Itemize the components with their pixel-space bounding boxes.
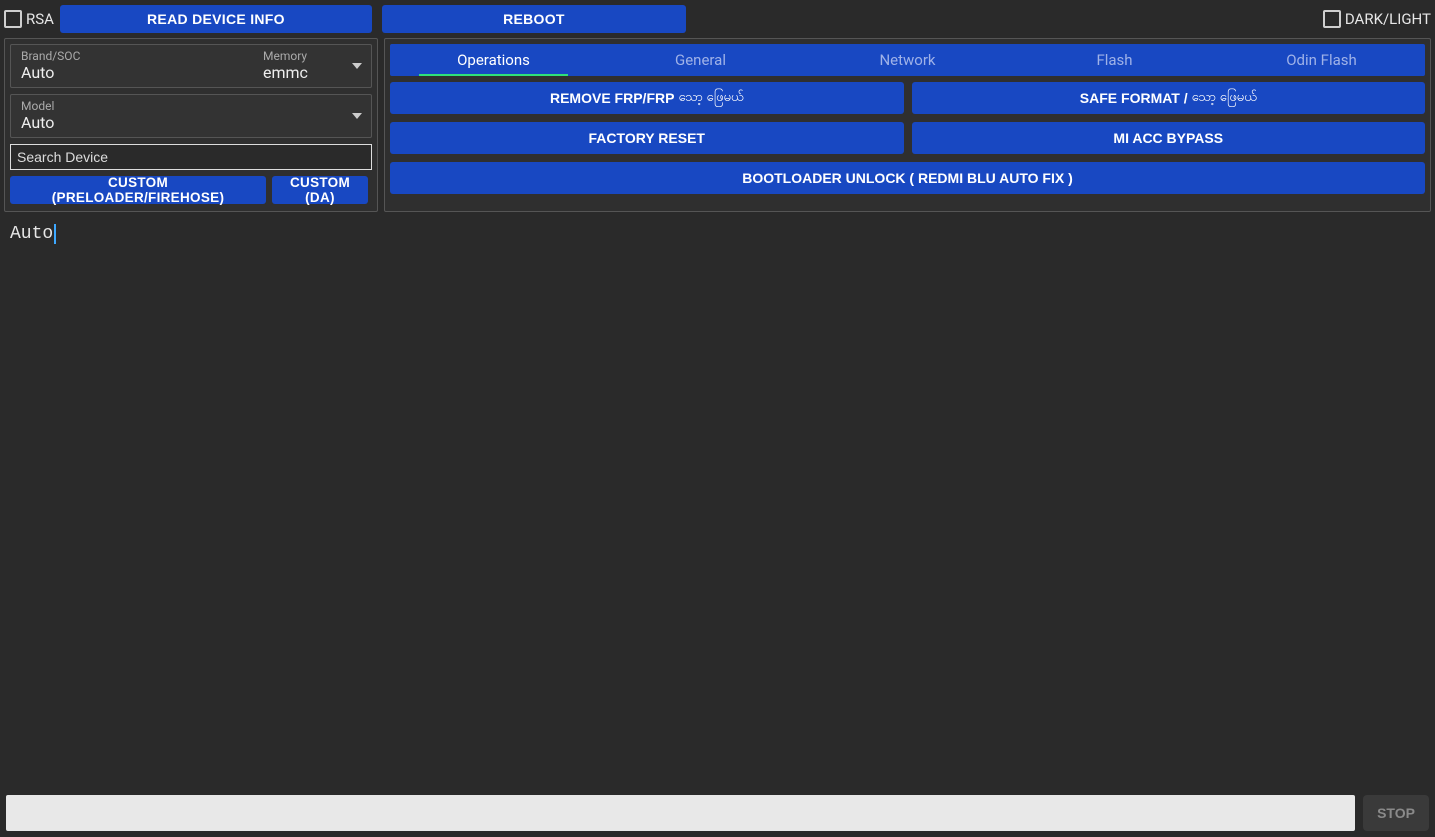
brand-memory-select[interactable]: Brand/SOC Auto Memory emmc [10,44,372,88]
top-bar: RSA READ DEVICE INFO REBOOT DARK/LIGHT [4,4,1431,34]
device-sidebar: Brand/SOC Auto Memory emmc Model Auto [4,38,378,212]
factory-reset-label: FACTORY RESET [589,130,705,146]
rsa-label: RSA [26,10,54,28]
read-device-info-label: READ DEVICE INFO [147,11,285,27]
safe-format-label: SAFE FORMAT / [1080,90,1188,106]
remove-frp-label: REMOVE FRP/FRP [550,90,674,106]
progress-bar [6,795,1355,831]
model-label: Model [21,100,333,112]
read-device-info-button[interactable]: READ DEVICE INFO [60,5,372,33]
memory-label: Memory [263,50,307,62]
custom-preloader-label: CUSTOM (PRELOADER/FIREHOSE) [20,175,256,205]
tab-flash[interactable]: Flash [1011,44,1218,76]
memory-field[interactable]: Memory emmc [253,45,343,87]
bootloader-unlock-label: BOOTLOADER UNLOCK ( REDMI BLU AUTO FIX ) [742,170,1073,186]
mi-acc-bypass-label: MI ACC BYPASS [1113,130,1223,146]
dark-light-checkbox[interactable]: DARK/LIGHT [1323,10,1431,28]
custom-da-label: CUSTOM (DA) [282,175,358,205]
rsa-checkbox[interactable]: RSA [4,10,54,28]
factory-reset-button[interactable]: FACTORY RESET [390,122,904,154]
model-value: Auto [21,114,333,132]
search-device-input[interactable] [10,144,372,170]
model-select[interactable]: Model Auto [10,94,372,138]
text-cursor-icon [54,224,56,244]
bootloader-unlock-button[interactable]: BOOTLOADER UNLOCK ( REDMI BLU AUTO FIX ) [390,162,1425,194]
safe-format-sub: သော့ ဖြေမယ် [1192,89,1257,108]
tab-label: Network [879,51,935,69]
tab-operations[interactable]: Operations [390,44,597,76]
remove-frp-sub: သော့ ဖြေမယ် [678,89,743,108]
stop-button[interactable]: STOP [1363,795,1429,831]
checkbox-icon [1323,10,1341,28]
main-row: Brand/SOC Auto Memory emmc Model Auto [4,38,1431,212]
operations-panel: Operations General Network Flash Odin Fl… [384,38,1431,212]
log-console[interactable]: Auto [4,216,1431,789]
safe-format-button[interactable]: SAFE FORMAT / သော့ ဖြေမယ် [912,82,1426,114]
tab-label: Flash [1096,51,1132,69]
console-line: Auto [10,224,53,244]
tab-label: Odin Flash [1286,51,1357,69]
mi-acc-bypass-button[interactable]: MI ACC BYPASS [912,122,1426,154]
dark-light-label: DARK/LIGHT [1345,10,1431,28]
checkbox-icon [4,10,22,28]
custom-buttons-row: CUSTOM (PRELOADER/FIREHOSE) CUSTOM (DA) [10,176,372,204]
tab-strip: Operations General Network Flash Odin Fl… [390,44,1425,76]
stop-label: STOP [1377,805,1415,821]
custom-preloader-firehose-button[interactable]: CUSTOM (PRELOADER/FIREHOSE) [10,176,266,204]
chevron-down-icon [343,95,371,137]
model-field[interactable]: Model Auto [11,95,343,137]
brand-soc-field[interactable]: Brand/SOC Auto [11,45,253,87]
memory-value: emmc [263,64,308,82]
tab-odin-flash[interactable]: Odin Flash [1218,44,1425,76]
bottom-bar: STOP [4,793,1431,833]
operations-grid: REMOVE FRP/FRP သော့ ဖြေမယ် SAFE FORMAT /… [390,82,1425,194]
app-root: RSA READ DEVICE INFO REBOOT DARK/LIGHT B… [0,0,1435,837]
reboot-button[interactable]: REBOOT [382,5,686,33]
brand-soc-value: Auto [21,64,243,82]
tab-label: Operations [457,51,530,69]
remove-frp-button[interactable]: REMOVE FRP/FRP သော့ ဖြေမယ် [390,82,904,114]
custom-da-button[interactable]: CUSTOM (DA) [272,176,368,204]
tab-network[interactable]: Network [804,44,1011,76]
tab-general[interactable]: General [597,44,804,76]
reboot-label: REBOOT [503,11,565,27]
chevron-down-icon [343,45,371,87]
brand-soc-label: Brand/SOC [21,50,243,62]
tab-label: General [675,51,726,69]
